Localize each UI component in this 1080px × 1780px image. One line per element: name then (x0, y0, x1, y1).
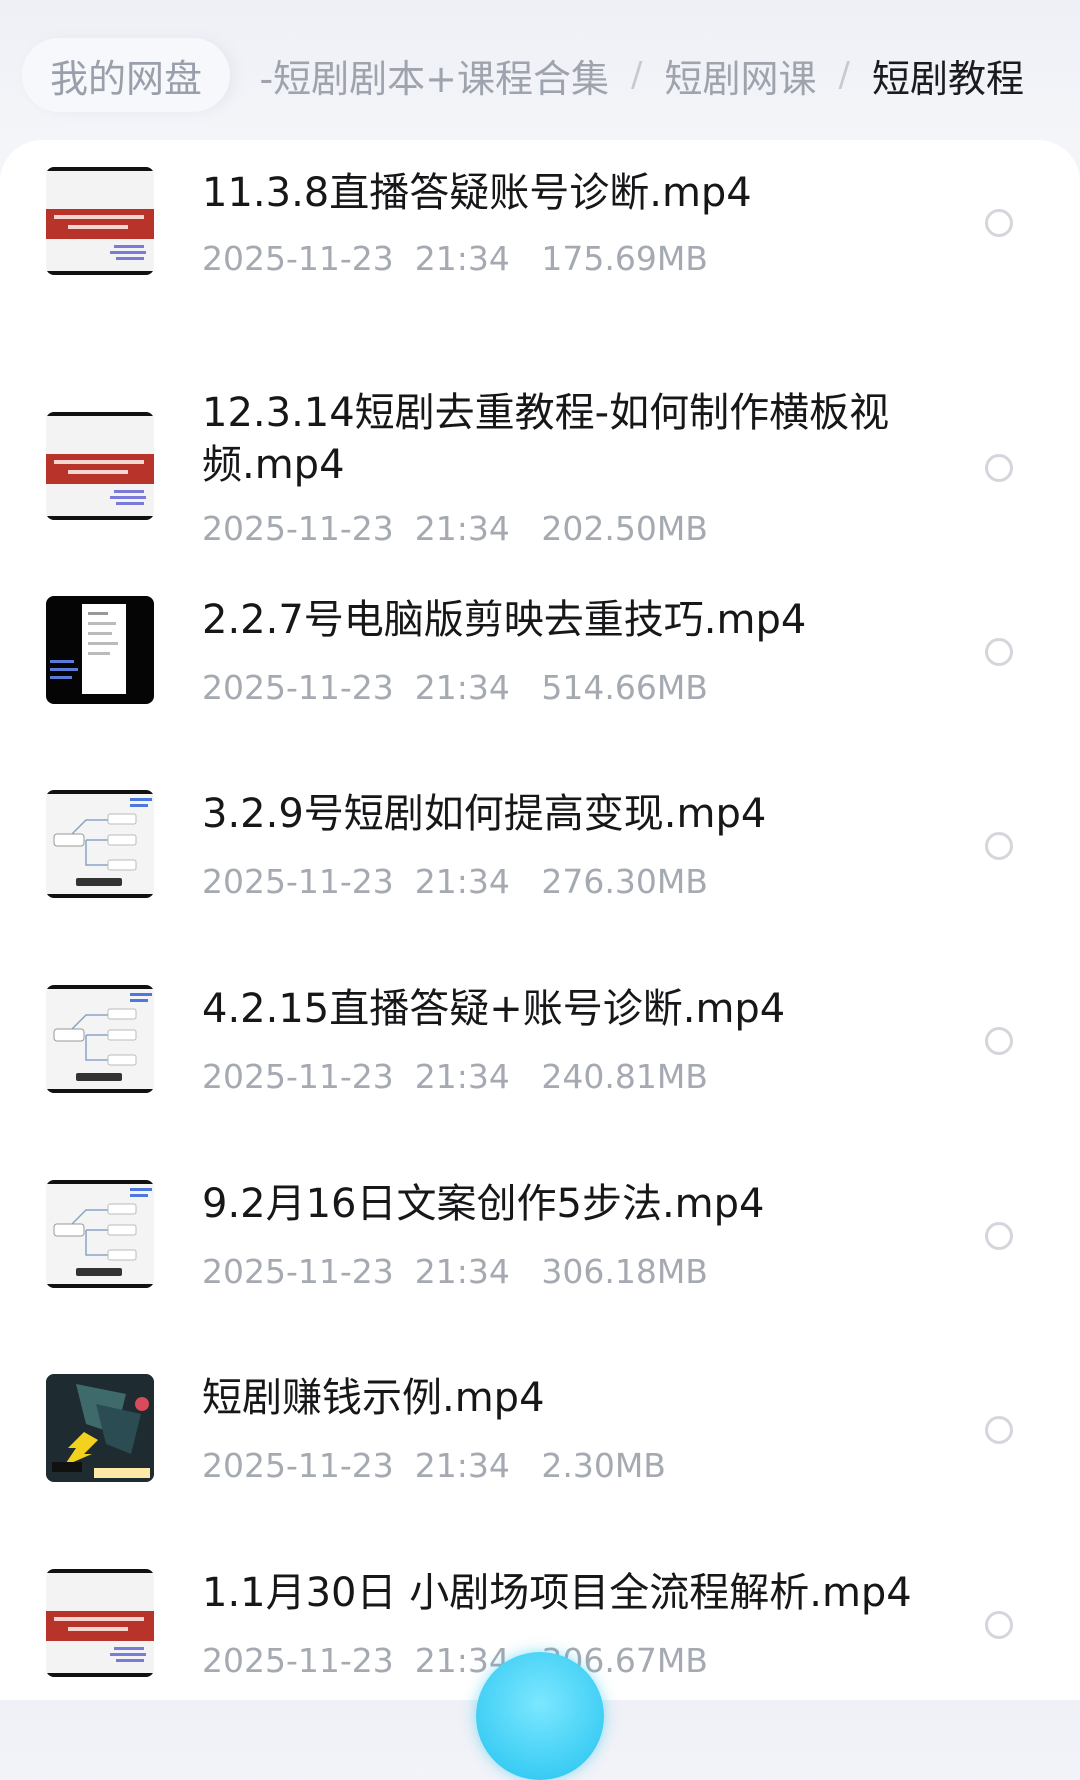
select-radio[interactable] (985, 1222, 1013, 1250)
file-name: 11.3.8直播答疑账号诊断.mp4 (202, 170, 752, 216)
file-time: 21:34 (414, 1057, 510, 1096)
file-meta: 2025-11-23 21:34 2.30MB (202, 1446, 666, 1486)
video-thumbnail-dark-screen (46, 596, 154, 704)
file-meta: 2025-11-23 21:34 202.50MB (202, 509, 708, 549)
breadcrumb-item-course-collection[interactable]: -短剧剧本+课程合集 (259, 48, 609, 103)
breadcrumb: -短剧剧本+课程合集 / 短剧网课 / 短剧教程 我的网盘 (0, 0, 1080, 145)
file-row[interactable]: 12.3.14短剧去重教程-如何制作横板视频.mp4 2025-11-23 21:… (0, 375, 1080, 559)
file-name: 1.1月30日 小剧场项目全流程解析.mp4 (202, 1570, 912, 1616)
upload-fab-button[interactable] (476, 1652, 604, 1780)
select-radio[interactable] (985, 1611, 1013, 1639)
breadcrumb-root-label: 我的网盘 (50, 56, 203, 101)
select-radio[interactable] (985, 1416, 1013, 1444)
select-radio[interactable] (985, 1027, 1013, 1055)
video-thumbnail-mindmap (46, 985, 154, 1093)
file-list-panel: 11.3.8直播答疑账号诊断.mp4 2025-11-23 21:34 175.6… (0, 140, 1080, 1700)
file-size: 306.18MB (541, 1252, 708, 1291)
video-thumbnail-red-title-slide-graphic (46, 167, 154, 275)
select-radio[interactable] (985, 454, 1013, 482)
breadcrumb-item-online-courses[interactable]: 短剧网课 (665, 48, 817, 103)
file-meta: 2025-11-23 21:34 306.67MB (202, 1641, 708, 1681)
breadcrumb-item-current: 短剧教程 (871, 56, 1024, 101)
file-date: 2025-11-23 (202, 1252, 394, 1291)
select-radio[interactable] (985, 209, 1013, 237)
video-thumbnail-mindmap (46, 1180, 154, 1288)
video-thumbnail-drama-clip-graphic (46, 1374, 154, 1482)
file-row[interactable]: 11.3.8直播答疑账号诊断.mp4 2025-11-23 21:34 175.6… (0, 155, 1080, 289)
video-thumbnail-mindmap (46, 790, 154, 898)
file-time: 21:34 (414, 862, 510, 901)
video-thumbnail-dark-screen-graphic (46, 596, 154, 704)
video-thumbnail-drama-clip (46, 1374, 154, 1482)
file-date: 2025-11-23 (202, 509, 394, 548)
file-meta: 2025-11-23 21:34 514.66MB (202, 668, 708, 708)
file-time: 21:34 (414, 1252, 510, 1291)
file-meta: 2025-11-23 21:34 175.69MB (202, 239, 708, 279)
file-size: 514.66MB (541, 668, 708, 707)
file-meta: 2025-11-23 21:34 276.30MB (202, 862, 708, 902)
select-radio[interactable] (985, 638, 1013, 666)
file-name: 12.3.14短剧去重教程-如何制作横板视频.mp4 (202, 390, 890, 488)
select-radio[interactable] (985, 832, 1013, 860)
file-time: 21:34 (414, 668, 510, 707)
video-thumbnail-red-title-slide (46, 412, 154, 520)
breadcrumb-path: -短剧剧本+课程合集 / 短剧网课 / 短剧教程 (259, 38, 1024, 112)
video-thumbnail-red-title-slide-graphic (46, 1569, 154, 1677)
file-date: 2025-11-23 (202, 668, 394, 707)
video-thumbnail-mindmap-graphic (46, 790, 154, 898)
file-row[interactable]: 2.2.7号电脑版剪映去重技巧.mp4 2025-11-23 21:34 514.… (0, 584, 1080, 718)
file-meta: 2025-11-23 21:34 240.81MB (202, 1057, 708, 1097)
file-name: 9.2月16日文案创作5步法.mp4 (202, 1181, 765, 1227)
file-size: 175.69MB (541, 239, 708, 278)
video-thumbnail-red-title-slide-graphic (46, 412, 154, 520)
file-size: 202.50MB (541, 509, 708, 548)
file-row[interactable]: 短剧赚钱示例.mp4 2025-11-23 21:34 2.30MB (0, 1362, 1080, 1496)
file-date: 2025-11-23 (202, 1057, 394, 1096)
file-date: 2025-11-23 (202, 239, 394, 278)
file-time: 21:34 (414, 509, 510, 548)
file-size: 2.30MB (541, 1446, 666, 1485)
file-name: 短剧赚钱示例.mp4 (202, 1375, 545, 1421)
breadcrumb-root-my-drive[interactable]: 我的网盘 (22, 38, 231, 112)
file-time: 21:34 (414, 1446, 510, 1485)
video-thumbnail-mindmap-graphic (46, 985, 154, 1093)
file-name: 2.2.7号电脑版剪映去重技巧.mp4 (202, 597, 807, 643)
file-date: 2025-11-23 (202, 1446, 394, 1485)
file-name: 3.2.9号短剧如何提高变现.mp4 (202, 791, 767, 837)
file-row[interactable]: 4.2.15直播答疑+账号诊断.mp4 2025-11-23 21:34 240.… (0, 973, 1080, 1107)
breadcrumb-separator: / (631, 55, 643, 95)
video-thumbnail-red-title-slide (46, 167, 154, 275)
video-thumbnail-mindmap-graphic (46, 1180, 154, 1288)
file-time: 21:34 (414, 239, 510, 278)
file-name: 4.2.15直播答疑+账号诊断.mp4 (202, 986, 786, 1032)
file-row[interactable]: 9.2月16日文案创作5步法.mp4 2025-11-23 21:34 306.1… (0, 1168, 1080, 1302)
file-row[interactable]: 3.2.9号短剧如何提高变现.mp4 2025-11-23 21:34 276.3… (0, 778, 1080, 912)
file-meta: 2025-11-23 21:34 306.18MB (202, 1252, 708, 1292)
file-date: 2025-11-23 (202, 862, 394, 901)
file-size: 240.81MB (541, 1057, 708, 1096)
breadcrumb-separator: / (838, 55, 850, 95)
video-thumbnail-red-title-slide (46, 1569, 154, 1677)
file-date: 2025-11-23 (202, 1641, 394, 1680)
file-size: 276.30MB (541, 862, 708, 901)
